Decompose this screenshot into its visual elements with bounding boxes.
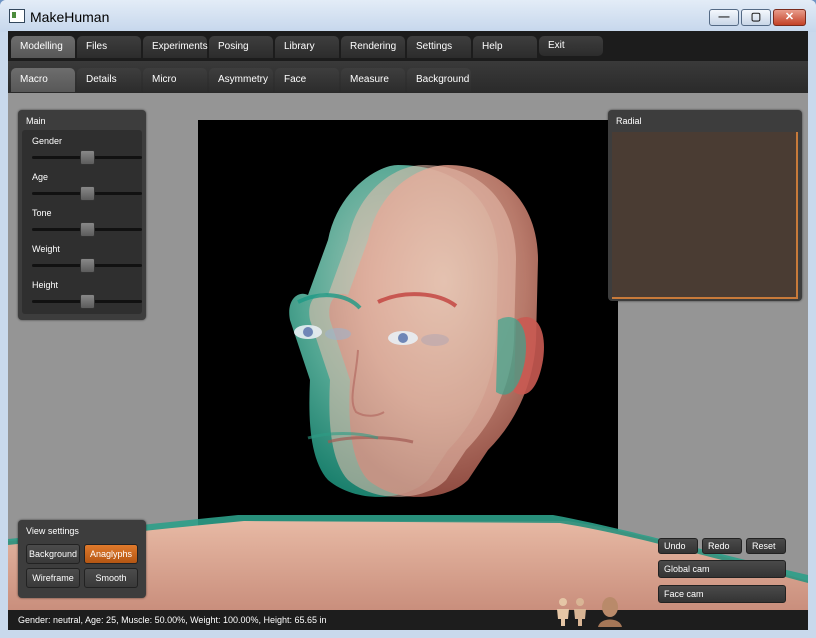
minimize-icon: —: [718, 11, 730, 23]
view-settings-title: View settings: [26, 526, 79, 536]
redo-button[interactable]: Redo: [702, 538, 742, 554]
tab-exit[interactable]: Exit: [539, 36, 603, 56]
weight-slider-handle[interactable]: [80, 258, 95, 273]
tone-slider-handle[interactable]: [80, 222, 95, 237]
minimize-button[interactable]: —: [709, 9, 739, 26]
tab-background[interactable]: Background: [407, 68, 471, 92]
gender-label: Gender: [32, 136, 63, 146]
age-slider-handle[interactable]: [80, 186, 95, 201]
tab-modelling[interactable]: Modelling: [11, 36, 75, 58]
radial-view[interactable]: [612, 132, 798, 299]
smooth-toggle-button[interactable]: Smooth: [84, 568, 138, 588]
radial-panel-title: Radial: [616, 116, 642, 126]
global-cam-button[interactable]: Global cam: [658, 560, 786, 578]
sub-tab-bar: Macro Details Micro Asymmetry Face Measu…: [8, 61, 808, 93]
anaglyphs-toggle-button[interactable]: Anaglyphs: [84, 544, 138, 564]
face-cam-button[interactable]: Face cam: [658, 585, 786, 603]
main-panel-body: Gender Age Tone Weight Height: [22, 130, 142, 314]
title-bar: MakeHuman — ▢ ✕: [0, 0, 816, 32]
tab-posing[interactable]: Posing: [209, 36, 273, 58]
wireframe-toggle-button[interactable]: Wireframe: [26, 568, 80, 588]
main-menu-bar: Modelling Files Experiments Posing Libra…: [8, 31, 808, 61]
makehuman-app-icon: [9, 9, 25, 23]
radial-panel: Radial: [608, 110, 802, 301]
tab-asymmetry[interactable]: Asymmetry: [209, 68, 273, 92]
human-figures-logo-icon: [557, 598, 586, 626]
tab-macro[interactable]: Macro: [11, 68, 75, 92]
tab-face[interactable]: Face: [275, 68, 339, 92]
main-panel: Main Gender Age Tone Weight Height: [18, 110, 146, 320]
client-area: Modelling Files Experiments Posing Libra…: [8, 31, 808, 630]
head-logo-icon: [598, 597, 622, 627]
tab-experiments[interactable]: Experiments: [143, 36, 208, 58]
status-bar: Gender: neutral, Age: 25, Muscle: 50.00%…: [8, 610, 808, 630]
window-title: MakeHuman: [30, 9, 110, 25]
close-button[interactable]: ✕: [773, 9, 806, 26]
tab-micro[interactable]: Micro: [143, 68, 207, 92]
background-toggle-button[interactable]: Background: [26, 544, 80, 564]
tone-label: Tone: [32, 208, 52, 218]
maximize-button[interactable]: ▢: [741, 9, 771, 26]
close-icon: ✕: [784, 11, 795, 23]
weight-label: Weight: [32, 244, 60, 254]
tab-rendering[interactable]: Rendering: [341, 36, 405, 58]
undo-button[interactable]: Undo: [658, 538, 698, 554]
gender-slider-handle[interactable]: [80, 150, 95, 165]
tab-files[interactable]: Files: [77, 36, 141, 58]
maximize-icon: ▢: [750, 11, 762, 23]
age-label: Age: [32, 172, 49, 182]
tab-library[interactable]: Library: [275, 36, 339, 58]
view-settings-panel: View settings Background Anaglyphs Wiref…: [18, 520, 146, 598]
tab-help[interactable]: Help: [473, 36, 537, 58]
height-slider-handle[interactable]: [80, 294, 95, 309]
status-text: Gender: neutral, Age: 25, Muscle: 50.00%…: [18, 615, 327, 625]
height-label: Height: [32, 280, 59, 290]
app-window: MakeHuman — ▢ ✕ Modelling Files Experime…: [0, 0, 816, 638]
main-panel-title: Main: [26, 116, 46, 126]
tab-measure[interactable]: Measure: [341, 68, 405, 92]
reset-button[interactable]: Reset: [746, 538, 786, 554]
tab-settings[interactable]: Settings: [407, 36, 471, 58]
tab-details[interactable]: Details: [77, 68, 141, 92]
